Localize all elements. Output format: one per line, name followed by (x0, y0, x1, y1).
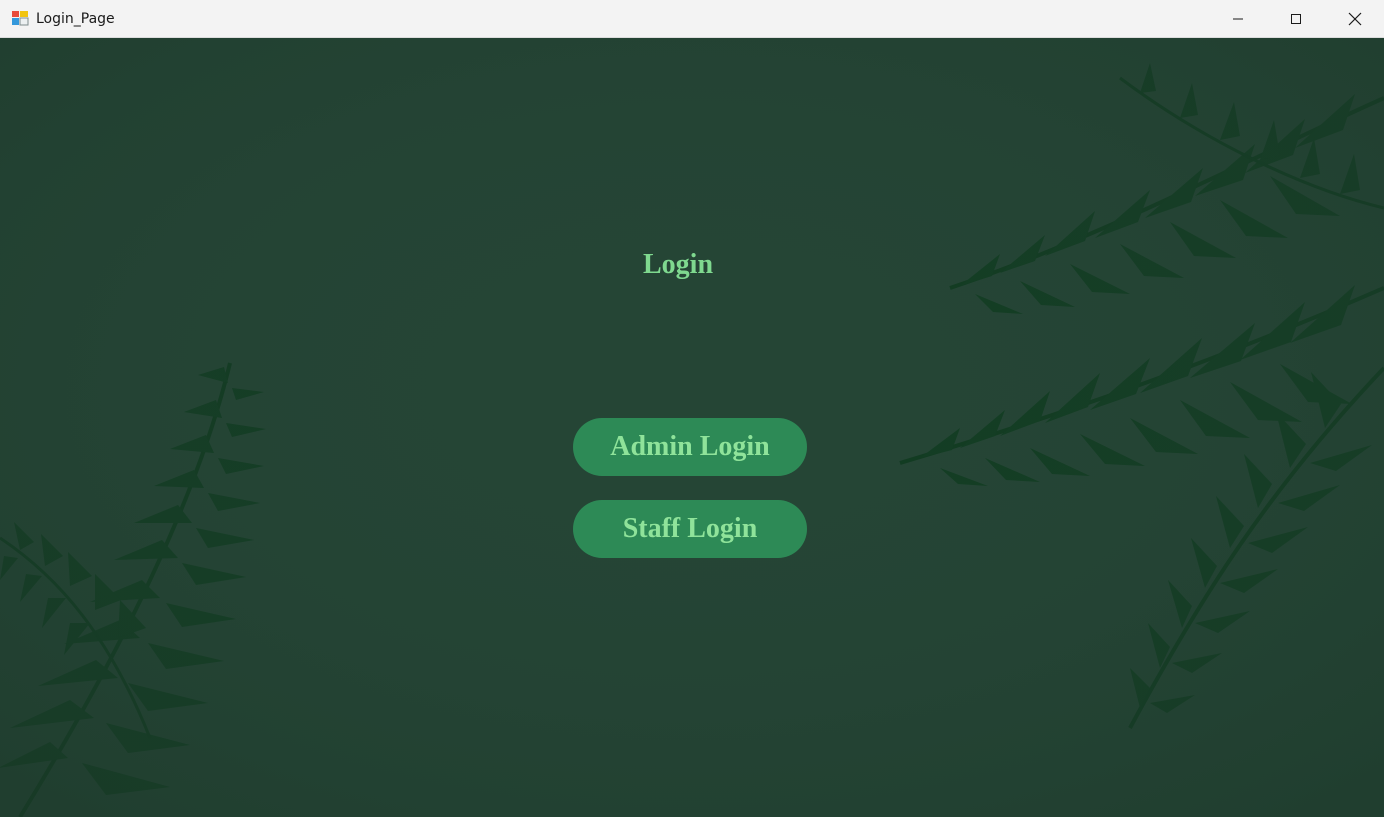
minimize-button[interactable] (1209, 0, 1267, 37)
close-icon (1348, 12, 1362, 25)
window-title: Login_Page (36, 11, 115, 27)
close-button[interactable] (1326, 0, 1384, 37)
staff-login-button[interactable]: Staff Login (573, 500, 807, 558)
app-icon (12, 11, 29, 26)
login-panel: Login Admin Login Staff Login (0, 38, 1384, 817)
minimize-icon (1233, 18, 1243, 19)
login-heading: Login (642, 249, 714, 280)
maximize-button[interactable] (1267, 0, 1325, 37)
title-bar[interactable]: Login_Page (0, 0, 1384, 38)
admin-login-button[interactable]: Admin Login (573, 418, 807, 476)
maximize-icon (1291, 13, 1301, 24)
login-window: Login_Page Login Admin Login Staff Login (0, 0, 1384, 817)
